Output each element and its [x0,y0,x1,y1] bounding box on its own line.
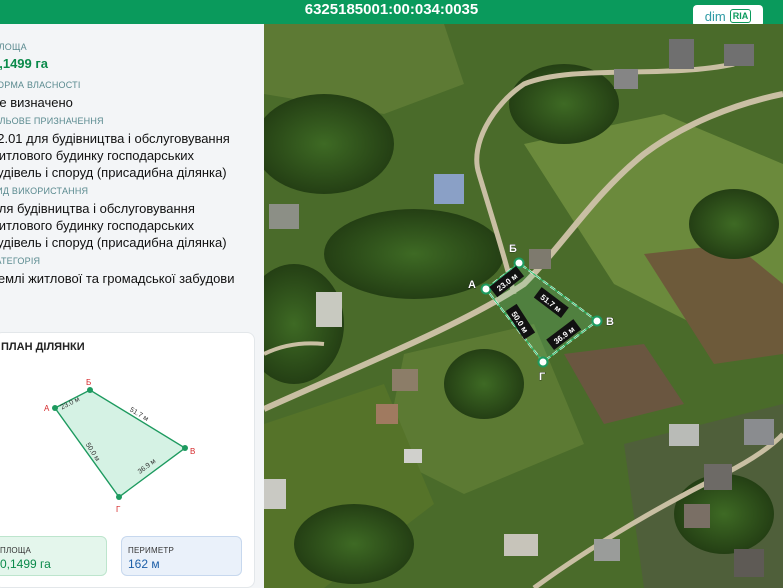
parcel-plan-card: ПЛАН ДІЛЯНКИ А Б В Г 23.0 м 51.7 м 36.9 … [0,332,255,588]
usage-value: Для будівництва і обслуговування житлово… [0,201,227,250]
map-vertex-label-v: В [606,316,614,328]
area-label: ПЛОЩА [0,42,27,52]
usage-field: ВИД ВИКОРИСТАННЯ Для будівництва і обслу… [0,186,235,251]
plan-area-label: ПЛОЩА [0,546,32,555]
tree-cluster [324,209,504,299]
satellite-map[interactable]: А Б В Г 23.0 м 51.7 м 36.9 м 50.0 м [264,24,783,588]
building [529,249,551,269]
plan-vertex-label-b: Б [86,378,91,387]
plan-vertex-v [182,445,188,451]
logo-text: dim [704,8,726,24]
map-vertex-g[interactable] [537,356,549,368]
building [704,464,732,490]
building [744,419,774,445]
ownership-label: ФОРМА ВЛАСНОСТІ [0,80,81,90]
cadastral-number: 6325185001:00:034:0035 [304,1,479,18]
building [316,292,342,327]
plan-vertex-label-a: А [44,404,50,413]
building [614,69,638,89]
plan-area-stat: ПЛОЩА 0,1499 га [0,536,107,576]
building [269,204,299,229]
map-vertex-a[interactable] [480,283,492,295]
plan-vertex-label-v: В [190,447,195,456]
area-value: 0,1499 га [0,56,49,71]
building [684,504,710,528]
satellite-map-canvas[interactable]: А Б В Г 23.0 м 51.7 м 36.9 м 50.0 м [264,24,783,588]
map-vertex-b[interactable] [513,257,525,269]
plan-perimeter-label: ПЕРИМЕТР [128,546,174,555]
purpose-field: ЦІЛЬОВЕ ПРИЗНАЧЕННЯ 02.01 для будівництв… [0,116,235,181]
purpose-value: 02.01 для будівництва і обслуговування ж… [0,131,230,180]
logo-badge: RIA [729,9,752,23]
tree-cluster [294,504,414,584]
plan-vertex-a [52,405,58,411]
building [392,369,418,391]
top-bar: 6325185001:00:034:0035 [0,0,783,24]
tree-cluster [689,189,779,259]
usage-label: ВИД ВИКОРИСТАННЯ [0,186,89,196]
map-vertex-v[interactable] [591,315,603,327]
ownership-field: ФОРМА ВЛАСНОСТІ Не визначено [0,80,260,111]
building [594,539,620,561]
plan-title: ПЛАН ДІЛЯНКИ [1,341,85,353]
category-value: Землі житлової та громадської забудови [0,271,235,286]
building [264,479,286,509]
category-label: КАТЕГОРІЯ [0,256,41,266]
purpose-label: ЦІЛЬОВЕ ПРИЗНАЧЕННЯ [0,116,104,126]
building [376,404,398,424]
plan-perimeter-value: 162 м [128,557,160,571]
building [734,549,764,577]
tree-cluster [444,349,524,419]
building [669,39,694,69]
map-vertex-label-g: Г [539,371,546,383]
building [669,424,699,446]
plan-area-value: 0,1499 га [0,557,51,571]
plan-perimeter-stat: ПЕРИМЕТР 162 м [121,536,242,576]
building [724,44,754,66]
map-vertex-label-b: Б [509,243,517,255]
plan-vertex-g [116,494,122,500]
plan-vertex-b [87,387,93,393]
parcel-plan-diagram: А Б В Г 23.0 м 51.7 м 36.9 м 50.0 м [44,378,195,514]
map-vertex-label-a: А [468,279,476,291]
building [434,174,464,204]
building [404,449,422,463]
ownership-value: Не визначено [0,95,73,110]
plan-vertex-label-g: Г [116,505,121,514]
area-field: ПЛОЩА 0,1499 га [0,42,262,72]
category-field: КАТЕГОРІЯ Землі житлової та громадської … [0,256,260,287]
building [504,534,538,556]
parcel-plan-polygon [53,389,187,498]
